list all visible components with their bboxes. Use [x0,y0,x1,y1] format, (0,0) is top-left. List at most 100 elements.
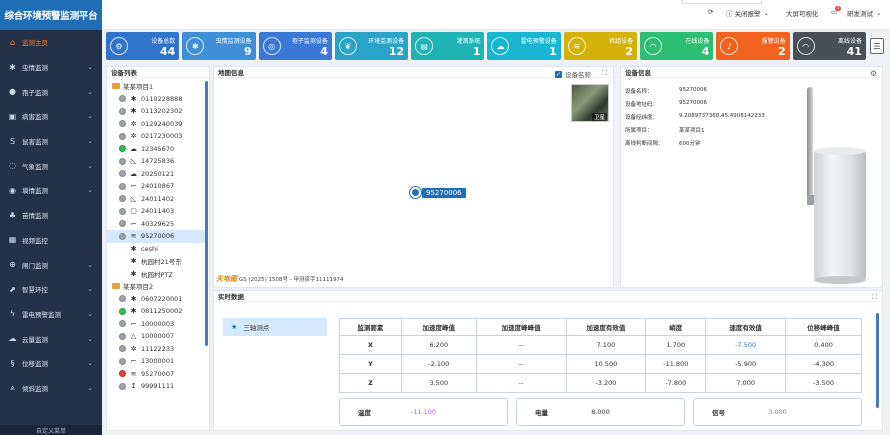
stat-card[interactable]: ✱ 虫情监测设备 9 [182,32,256,60]
map-logo: 天地图 [216,274,237,283]
nav-item-label: 云量监测 [22,335,48,344]
tree-device-item[interactable]: ✱ 杭园村21号东 [107,255,207,268]
nav-item-6[interactable]: ◉ 墒情监测 ⌄ [0,178,102,203]
tree-device-item[interactable]: ◺ 14725836 [107,155,207,168]
tree-device-item[interactable]: ☁ 12345670 [107,143,207,156]
device-type-icon: ✲ [130,344,137,353]
device-type-icon: ✱ [130,307,137,316]
device-tree: 某某项目1 ✱ 0110228888 ✱ 0113202302 ✲ 0129240039 ✲ 0… [107,80,207,430]
nav-item-label: 孢子监测 [22,88,48,97]
tree-device-item[interactable]: ✲ 0217230003 [107,130,207,143]
tree-device-item[interactable]: ✱ 0110228888 [107,93,207,106]
nav-item-2[interactable]: ● 孢子监测 ⌄ [0,79,102,104]
device-info-title: 设备信息 [621,67,882,78]
stat-card[interactable]: ❦ 环境监测设备 12 [334,32,409,60]
tree-device-item[interactable]: ☁ 20250121 [107,168,207,181]
tree-device-item[interactable]: ⌐ 24010867 [107,180,207,193]
nav-item-5[interactable]: ◌ 气象监测 ⌄ [0,153,102,178]
message-button[interactable]: ▭ 1 [831,5,843,16]
user-name: 研发测试 [847,10,873,18]
status-dot-icon [119,357,126,365]
device-tree-scrollbar[interactable] [205,81,208,346]
folder-icon [112,83,120,90]
nav-item-10[interactable]: ⬈ 智慧环控 ⌄ [0,277,102,302]
nav-item-12[interactable]: ☁ 云量监测 ⌄ [0,326,102,351]
nav-item-13[interactable]: § 位移监测 ⌄ [0,351,102,376]
tree-device-item[interactable]: ✱ 0811250002 [107,305,207,318]
nav-item-4[interactable]: S 鼠害监测 ⌄ [0,129,102,154]
fullscreen-icon[interactable]: ⛶ [872,293,877,302]
device-marker[interactable]: 95270006 [410,187,466,198]
stat-card[interactable]: ◠ 在线设备 4 [640,32,714,60]
stat-card[interactable]: ▤ 灌溉系统 1 [411,32,485,60]
bigscreen-link[interactable]: 大屏可视化 [786,8,819,18]
device-type-icon: ⌐ [130,319,137,328]
extra-metric-card: 电量 8.000 [516,398,685,426]
top-search-input[interactable] [682,0,762,4]
chevron-down-icon: ⌄ [87,186,93,195]
refresh-icon[interactable]: ⟳ [708,8,713,16]
nav-item-9[interactable]: ⊕ 闸门监测 ⌄ [0,252,102,277]
stat-label: 报警设备 [761,38,786,45]
tree-device-item[interactable]: ≋ 95270007 [107,368,207,381]
device-info-key: 设备名称： [625,89,653,95]
table-cell: Y [339,354,402,374]
tree-device-item[interactable]: ↥ 99991111 [107,380,207,393]
table-cell: 7.100 [565,335,647,355]
tree-device-item[interactable]: ◺ 24011402 [107,193,207,206]
stats-more-icon[interactable]: ☰ [870,38,884,54]
extra-metric-key: 温度 [358,409,371,417]
tree-device-item[interactable]: ⌐ 13000001 [107,355,207,368]
device-info-key: 设备地址码： [625,102,659,108]
tree-device-item[interactable]: ✱ ceshi [107,243,207,256]
status-dot-icon [119,195,126,203]
tree-device-item[interactable]: ⌐ 40329625 [107,218,207,231]
lightning-icon: ϟ [9,309,16,319]
chevron-down-icon: ⌄ [87,359,93,368]
custom-menu-button[interactable]: 自定义菜单 [0,425,102,435]
status-dot-icon [119,207,126,215]
tree-group[interactable]: 某某项目2 [107,280,207,293]
nav-item-8[interactable]: ▦ 视频监控 [0,228,102,253]
info-icon: ⓘ [726,10,733,18]
nav-item-14[interactable]: ⩓ 倾斜监测 ⌄ [0,376,102,401]
nav-item-3[interactable]: ▣ 病害监测 ⌄ [0,104,102,129]
tree-device-item[interactable]: ✲ 11122233 [107,343,207,356]
settings-icon[interactable]: ⚙ [870,69,877,78]
status-dot-icon [119,157,126,165]
tree-device-item[interactable]: ✲ 0129240039 [107,118,207,131]
user-menu[interactable]: 研发测试 ⌄ [847,8,881,18]
table-header-cell: 监测要素 [339,318,402,336]
nav-item-1[interactable]: ✱ 虫情监测 ⌄ [0,55,102,80]
tree-device-item[interactable]: ≋ 95270006 [107,230,207,243]
stat-card[interactable]: ☁ 雷电预警设备 1 [487,32,561,60]
tree-device-item[interactable]: ▢ 24011403 [107,205,207,218]
stat-card[interactable]: ♪ 报警设备 2 [716,32,790,60]
nav-item-7[interactable]: ♣ 苗情监测 [0,203,102,228]
stat-card[interactable]: ⚙ 设备总数 44 [106,32,180,60]
tree-device-item[interactable]: ✱ 0113202302 [107,105,207,118]
alarm-toggle[interactable]: ⓘ 关闭报警 ⌄ [726,8,769,18]
tree-device-item[interactable]: ⌐ 10000003 [107,318,207,331]
table-row: Y -2.100 -- 10.500 -11.800 -5.900 -4.300 [339,354,862,374]
status-dot-icon [119,107,126,115]
stat-card[interactable]: ◎ 孢子监测设备 4 [258,32,332,60]
fullscreen-icon[interactable]: ⛶ [602,69,607,78]
nav-item-11[interactable]: ϟ 雷电预警监测 ⌄ [0,302,102,327]
status-dot-icon [119,220,126,228]
tree-device-item[interactable]: ✱ 0607220001 [107,293,207,306]
stat-value: 44 [159,45,176,58]
extra-metric-key: 电量 [535,409,548,417]
measure-point-item[interactable]: ★ 三轴测点 [223,318,327,336]
stat-card[interactable]: ≋ 机组设备 2 [563,32,638,60]
tree-device-label: 0217230003 [141,132,183,141]
tree-device-label: 20250121 [141,169,175,178]
tree-device-item[interactable]: ✱ 杭园村PTZ [107,268,207,281]
nav-item-0[interactable]: ⌂ 监测主页 [0,30,102,55]
table-cell: 0.400 [785,335,862,355]
realtime-scrollbar[interactable] [876,313,879,408]
tree-group[interactable]: 某某项目1 [107,80,207,93]
stat-card[interactable]: ◠ 离线设备 41 [792,32,866,60]
map-canvas[interactable]: 卫星 95270006 天地图 GS (2025) 1508号 - 甲测资字11… [214,78,613,287]
tree-device-item[interactable]: △ 10000007 [107,330,207,343]
